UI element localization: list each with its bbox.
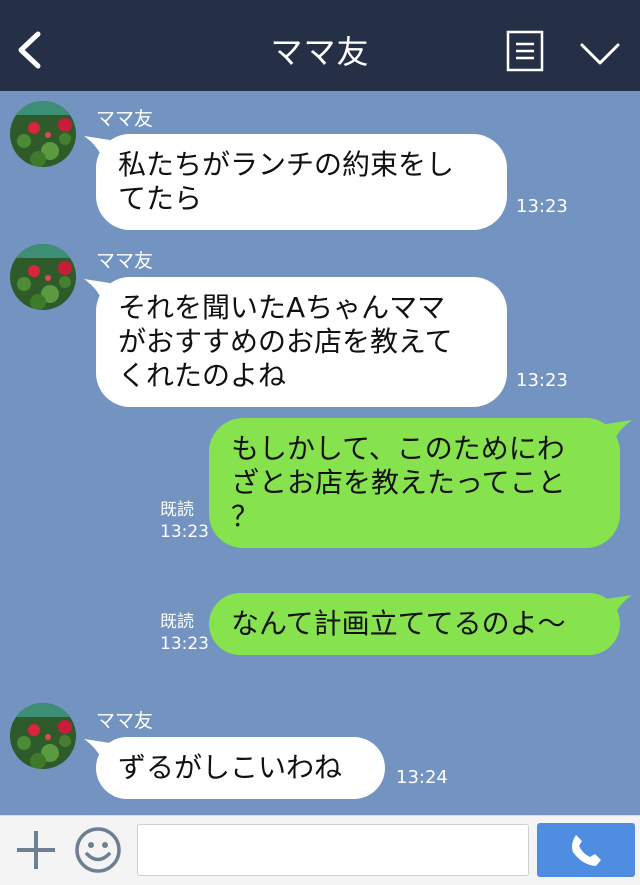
chat-title: ママ友 (270, 33, 370, 71)
smile-icon[interactable] (74, 826, 122, 874)
sender-name: ママ友 (96, 250, 154, 272)
message-time: 13:23 (516, 370, 568, 391)
message-meta: 既読 13:23 (160, 611, 209, 655)
sender-name: ママ友 (96, 710, 154, 732)
message-text-line: がおすすめのお店を教えて (118, 325, 453, 358)
menu-icon[interactable] (506, 30, 544, 72)
outgoing-message-bubble[interactable]: もしかして、このためにわ ざとお店を教えたってこと ？ (209, 418, 632, 548)
flower-photo-icon (10, 244, 76, 310)
phone-icon (572, 835, 601, 866)
read-receipt: 既読 (160, 612, 194, 632)
message-text-line: もしかして、このためにわ (231, 432, 565, 465)
avatar[interactable] (10, 703, 76, 769)
message-text-line: 私たちがランチの約束をし (118, 148, 455, 181)
incoming-message-bubble[interactable]: ずるがしこいわね (84, 737, 385, 799)
message-text-line: てたら (118, 182, 203, 215)
plus-icon[interactable] (14, 828, 58, 872)
sender-name: ママ友 (96, 108, 154, 130)
message-time: 13:23 (516, 196, 568, 217)
avatar[interactable] (10, 101, 76, 167)
incoming-message-bubble[interactable]: 私たちがランチの約束をし てたら (84, 134, 507, 230)
outgoing-message-bubble[interactable]: なんて計画立ててるのよ～ (209, 593, 632, 655)
flower-photo-icon (10, 101, 76, 167)
chat-header: ママ友 (0, 0, 640, 91)
composer-bar (0, 815, 640, 885)
message-text-line: それを聞いたAちゃんママ (118, 291, 446, 324)
read-receipt: 既読 (160, 500, 194, 520)
incoming-message-bubble[interactable]: それを聞いたAちゃんママ がおすすめのお店を教えて くれたのよね (84, 277, 507, 407)
message-list[interactable]: ママ友 私たちがランチの約束をし てたら 13:23 ママ友 それを聞いたAちゃ… (0, 91, 640, 815)
message-meta: 既読 13:23 (160, 499, 209, 543)
message-text-line: ずるがしこいわね (118, 751, 343, 784)
call-button[interactable] (537, 823, 635, 877)
flower-photo-icon (10, 703, 76, 769)
message-text-line: くれたのよね (118, 359, 287, 392)
message-text-line: ？ (231, 500, 260, 533)
message-time: 13:24 (396, 767, 448, 788)
message-text-line: ざとお店を教えたってこと (231, 466, 566, 499)
message-time: 13:23 (160, 634, 209, 654)
avatar[interactable] (10, 244, 76, 310)
message-input[interactable] (137, 824, 529, 876)
message-text-line: なんて計画立ててるのよ～ (231, 607, 566, 640)
chevron-down-icon[interactable] (578, 40, 622, 68)
message-time: 13:23 (160, 522, 209, 542)
